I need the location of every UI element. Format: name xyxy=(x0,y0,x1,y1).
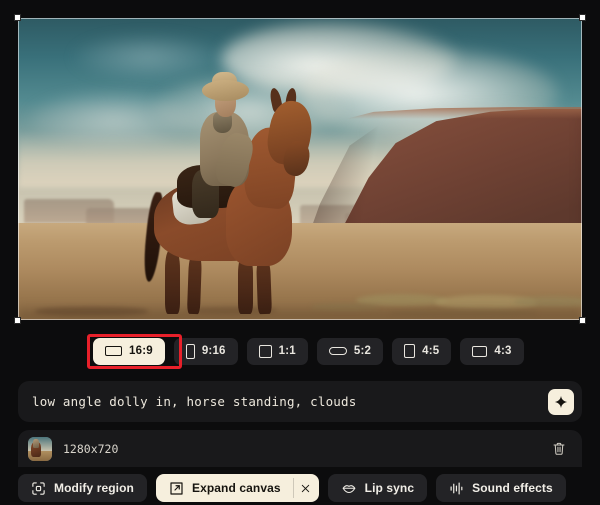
sound-effects-button[interactable]: Sound effects xyxy=(436,474,566,502)
prompt-panel[interactable]: low angle dolly in, horse standing, clou… xyxy=(18,381,582,422)
lips-icon xyxy=(341,481,357,496)
rect-landscape-16-9-icon xyxy=(105,346,122,356)
selection-edge-right xyxy=(581,18,582,320)
rect-portrait-4-5-icon xyxy=(404,344,416,358)
square-1-1-icon xyxy=(258,344,272,358)
modify-region-label: Modify region xyxy=(54,481,134,495)
selection-edge-bottom xyxy=(18,319,582,320)
generated-image[interactable] xyxy=(18,18,582,320)
aspect-ratio-label: 4:3 xyxy=(494,345,512,357)
lip-sync-button[interactable]: Lip sync xyxy=(327,474,428,502)
asset-resolution-label: 1280x720 xyxy=(63,441,119,456)
video-editor-app: 16:9 9:16 1:1 5:2 4:5 4:3 low angle doll… xyxy=(0,0,600,505)
resize-handle-top-right[interactable] xyxy=(579,14,586,21)
aspect-ratio-option-16-9[interactable]: 16:9 xyxy=(93,337,165,365)
rect-portrait-9-16-icon xyxy=(185,343,195,359)
rect-landscape-4-3-icon xyxy=(472,345,488,357)
aspect-ratio-option-5-2[interactable]: 5:2 xyxy=(316,337,384,365)
aspect-ratio-label: 4:5 xyxy=(422,345,440,357)
aspect-ratio-label: 9:16 xyxy=(201,345,226,357)
tool-bar: Modify region Expand canvas Lip sync Sou… xyxy=(18,473,582,503)
selection-edge-left xyxy=(18,18,19,320)
aspect-ratio-label: 1:1 xyxy=(278,345,296,357)
expand-arrow-icon xyxy=(169,481,184,496)
delete-asset-button[interactable] xyxy=(548,438,570,460)
rect-wide-5-2-icon xyxy=(328,347,347,355)
asset-thumbnail[interactable] xyxy=(28,436,52,461)
sound-effects-label: Sound effects xyxy=(472,481,553,495)
resize-handle-bottom-right[interactable] xyxy=(579,317,586,324)
resize-handle-bottom-left[interactable] xyxy=(14,317,21,324)
thumbnail-rider xyxy=(33,439,40,448)
horse-leg xyxy=(187,252,203,315)
cowboy-hat-brim xyxy=(201,80,250,102)
close-icon xyxy=(301,484,310,492)
trash-icon xyxy=(553,442,565,455)
aspect-ratio-option-1-1[interactable]: 1:1 xyxy=(246,337,308,365)
aspect-ratio-label: 16:9 xyxy=(129,345,153,357)
horse-leg xyxy=(165,250,181,314)
lip-sync-label: Lip sync xyxy=(364,481,415,495)
aspect-ratio-option-4-5[interactable]: 4:5 xyxy=(392,337,452,365)
aspect-ratio-option-4-3[interactable]: 4:3 xyxy=(460,337,524,365)
enhance-prompt-button[interactable] xyxy=(548,388,574,415)
close-expand-canvas-button[interactable] xyxy=(292,478,313,498)
aspect-ratio-label: 5:2 xyxy=(353,345,372,357)
expand-canvas-label: Expand canvas xyxy=(191,481,281,495)
horse-leg xyxy=(256,257,273,315)
sparkle-icon xyxy=(554,395,568,408)
prompt-input[interactable]: low angle dolly in, horse standing, clou… xyxy=(32,394,548,409)
asset-row: 1280x720 xyxy=(18,430,582,467)
modify-region-button[interactable]: Modify region xyxy=(18,474,147,502)
horse-and-rider xyxy=(141,48,334,315)
resize-handle-top-left[interactable] xyxy=(14,14,21,21)
aspect-ratio-option-9-16[interactable]: 9:16 xyxy=(173,337,238,365)
expand-canvas-button[interactable]: Expand canvas xyxy=(155,474,319,502)
focus-frame-icon xyxy=(31,481,46,496)
canvas-stage[interactable] xyxy=(14,14,586,324)
aspect-ratio-bar: 16:9 9:16 1:1 5:2 4:5 4:3 xyxy=(18,334,582,368)
selection-edge-top xyxy=(18,18,582,19)
waveform-icon xyxy=(449,481,464,496)
